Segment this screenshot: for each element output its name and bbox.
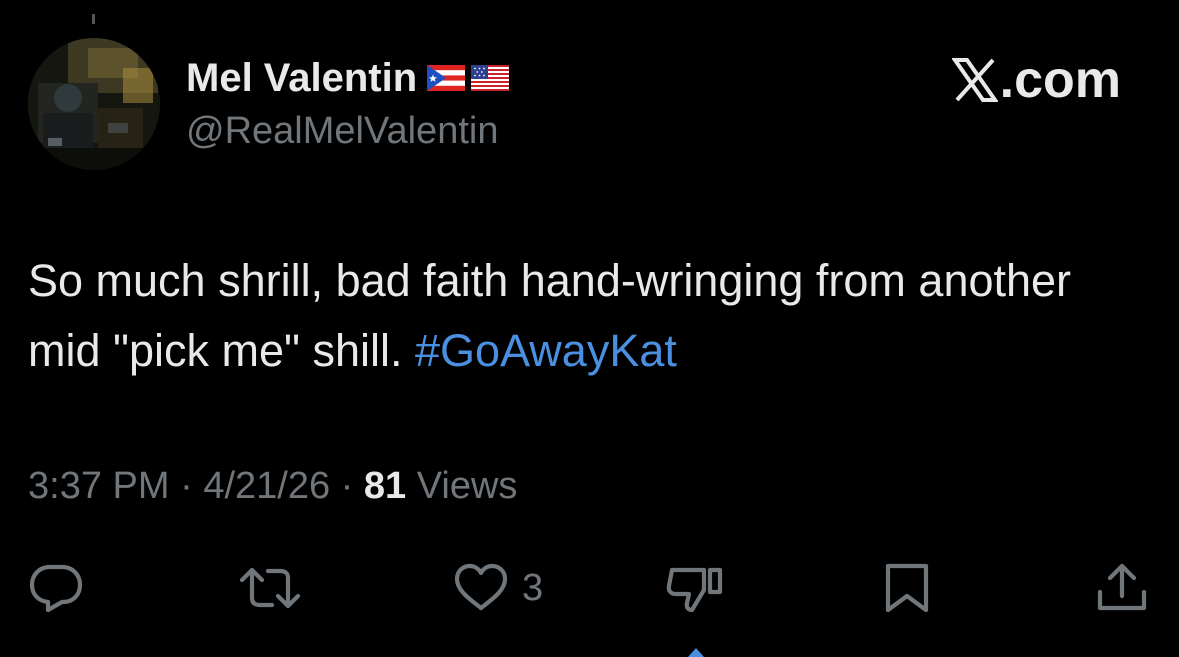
flag-group: [427, 65, 510, 91]
retweet-button[interactable]: [238, 560, 302, 616]
bookmark-icon: [885, 563, 929, 613]
share-icon: [1097, 563, 1147, 611]
meta-separator: ·: [169, 465, 204, 507]
tweet-meta: 3:37 PM · 4/21/26 · 81 Views: [28, 462, 517, 510]
like-button[interactable]: 3: [452, 560, 543, 616]
meta-separator: ·: [330, 465, 364, 507]
tweet-text: So much shrill, bad faith hand-wringing …: [28, 246, 1138, 386]
author-display-name[interactable]: Mel Valentin: [186, 54, 417, 102]
like-count: 3: [522, 566, 544, 609]
reply-icon: [29, 564, 83, 613]
x-brand: .com: [951, 51, 1121, 109]
thumbs-down-icon: [666, 567, 723, 613]
views-count: 81: [363, 465, 407, 507]
selection-indicator: [688, 648, 704, 657]
hashtag-link[interactable]: #GoAwayKat: [415, 325, 677, 376]
x-logo-icon: [951, 58, 998, 102]
tweet-date[interactable]: 4/21/26: [203, 465, 330, 507]
retweet-icon: [239, 567, 301, 609]
brand-domain: .com: [999, 51, 1121, 109]
views-label: Views: [406, 465, 518, 507]
tweet-time[interactable]: 3:37 PM: [28, 465, 170, 507]
dislike-button[interactable]: [664, 560, 724, 616]
usa-flag-icon: [471, 65, 510, 91]
share-button[interactable]: [1094, 560, 1150, 616]
author-handle[interactable]: @RealMelValentin: [186, 108, 498, 154]
reply-button[interactable]: [28, 560, 84, 616]
bookmark-button[interactable]: [882, 560, 932, 616]
author-name-row[interactable]: Mel Valentin: [186, 54, 510, 102]
avatar[interactable]: [28, 38, 160, 170]
heart-icon: [454, 563, 508, 611]
tweet-card: Mel Valentin @RealMelValentin .com So mu…: [0, 0, 1179, 657]
puerto-rico-flag-icon: [427, 65, 466, 91]
avatar-photo: [28, 38, 160, 170]
scroll-indicator: [92, 14, 95, 24]
